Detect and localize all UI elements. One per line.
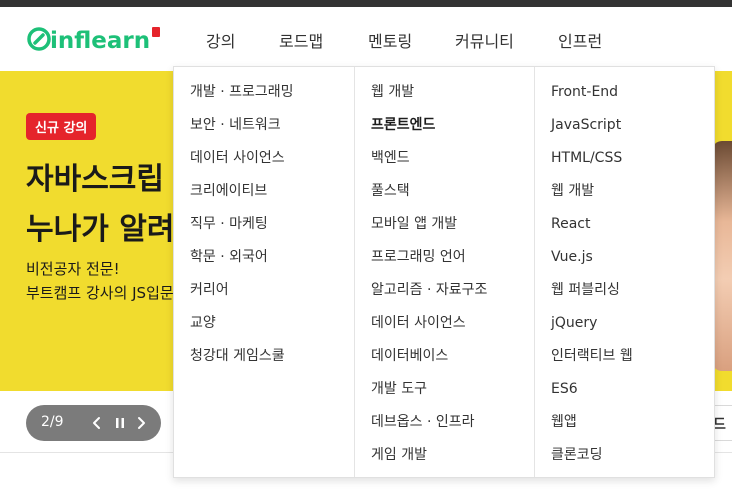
menu-item-category[interactable]: 학문 · 외국어 xyxy=(174,246,354,279)
menu-item-topic[interactable]: HTML/CSS xyxy=(535,147,714,180)
menu-item-subcategory[interactable]: 모바일 앱 개발 xyxy=(355,213,534,246)
hero-subtitle-line1: 비전공자 전문! xyxy=(26,260,120,278)
menu-item-subcategory[interactable]: 알고리즘 · 자료구조 xyxy=(355,279,534,312)
hero-title: 자바스크립 누나가 알려 xyxy=(26,155,174,255)
chevron-right-icon xyxy=(138,417,145,429)
inflearn-logo-mark: inflearn xyxy=(27,27,160,54)
nav-item-mentoring[interactable]: 멘토링 xyxy=(368,28,412,52)
menu-item-topic[interactable]: jQuery xyxy=(535,312,714,345)
chevron-left-icon xyxy=(93,417,100,429)
menu-item-subcategory[interactable]: 프로그래밍 언어 xyxy=(355,246,534,279)
menu-item-topic[interactable]: 인터랙티브 웹 xyxy=(535,345,714,378)
nav-item-roadmap[interactable]: 로드맵 xyxy=(279,28,323,52)
menu-item-topic[interactable]: 클론코딩 xyxy=(535,444,714,477)
carousel-count: 2/9 xyxy=(41,414,64,430)
menu-item-category[interactable]: 커리어 xyxy=(174,279,354,312)
menu-item-topic[interactable]: JavaScript xyxy=(535,114,714,147)
carousel-pause-button[interactable] xyxy=(109,411,131,435)
menu-item-category[interactable]: 개발 · 프로그래밍 xyxy=(174,81,354,114)
menu-item-category[interactable]: 데이터 사이언스 xyxy=(174,147,354,180)
carousel-pager: 2/9 xyxy=(26,405,161,441)
menu-column-subcategory: 웹 개발 프론트엔드 백엔드 풀스택 모바일 앱 개발 프로그래밍 언어 알고리… xyxy=(354,67,534,477)
menu-item-topic[interactable]: Vue.js xyxy=(535,246,714,279)
menu-item-subcategory[interactable]: 풀스택 xyxy=(355,180,534,213)
logo-wordmark: inflearn xyxy=(50,28,150,54)
courses-mega-menu: 개발 · 프로그래밍 보안 · 네트워크 데이터 사이언스 크리에이티브 직무 … xyxy=(173,66,715,478)
menu-item-category[interactable]: 직무 · 마케팅 xyxy=(174,213,354,246)
menu-item-topic[interactable]: 웹앱 xyxy=(535,411,714,444)
menu-item-subcategory[interactable]: 데브옵스 · 인프라 xyxy=(355,411,534,444)
menu-item-subcategory[interactable]: 게임 개발 xyxy=(355,444,534,477)
hero-subtitle: 비전공자 전문! 부트캠프 강사의 JS입문 xyxy=(26,257,174,305)
pause-icon xyxy=(116,418,124,428)
menu-item-category[interactable]: 교양 xyxy=(174,312,354,345)
menu-item-topic[interactable]: ES6 xyxy=(535,378,714,411)
hero-subtitle-line2: 부트캠프 강사의 JS입문 xyxy=(26,284,174,302)
inflearn-logo[interactable]: inflearn xyxy=(26,21,166,57)
menu-item-topic[interactable]: 웹 개발 xyxy=(535,180,714,213)
hero-instructor-photo xyxy=(712,141,732,371)
menu-item-subcategory[interactable]: 백엔드 xyxy=(355,147,534,180)
menu-item-subcategory[interactable]: 웹 개발 xyxy=(355,81,534,114)
menu-column-category: 개발 · 프로그래밍 보안 · 네트워크 데이터 사이언스 크리에이티브 직무 … xyxy=(174,67,354,477)
menu-item-subcategory-active[interactable]: 프론트엔드 xyxy=(355,114,534,147)
hero-title-line2: 누나가 알려 xyxy=(26,212,175,247)
menu-item-topic[interactable]: Front-End xyxy=(535,81,714,114)
menu-item-category[interactable]: 청강대 게임스쿨 xyxy=(174,345,354,378)
nav-item-courses[interactable]: 강의 xyxy=(206,28,235,52)
menu-item-subcategory[interactable]: 개발 도구 xyxy=(355,378,534,411)
menu-item-subcategory[interactable]: 데이터베이스 xyxy=(355,345,534,378)
menu-column-topic: Front-End JavaScript HTML/CSS 웹 개발 React… xyxy=(534,67,714,477)
top-bar xyxy=(0,0,732,7)
menu-item-topic[interactable]: React xyxy=(535,213,714,246)
nav-item-community[interactable]: 커뮤니티 xyxy=(455,28,514,52)
menu-item-topic[interactable]: 웹 퍼블리싱 xyxy=(535,279,714,312)
nav-item-inflearn[interactable]: 인프런 xyxy=(558,28,602,52)
menu-item-category[interactable]: 보안 · 네트워크 xyxy=(174,114,354,147)
new-course-badge: 신규 강의 xyxy=(26,113,97,140)
carousel-prev-button[interactable] xyxy=(86,411,108,435)
hero-title-line1: 자바스크립 xyxy=(26,162,164,197)
carousel-next-button[interactable] xyxy=(130,411,152,435)
global-nav: inflearn 강의 로드맵 멘토링 커뮤니티 인프런 xyxy=(0,7,732,71)
menu-item-category[interactable]: 크리에이티브 xyxy=(174,180,354,213)
menu-item-subcategory[interactable]: 데이터 사이언스 xyxy=(355,312,534,345)
